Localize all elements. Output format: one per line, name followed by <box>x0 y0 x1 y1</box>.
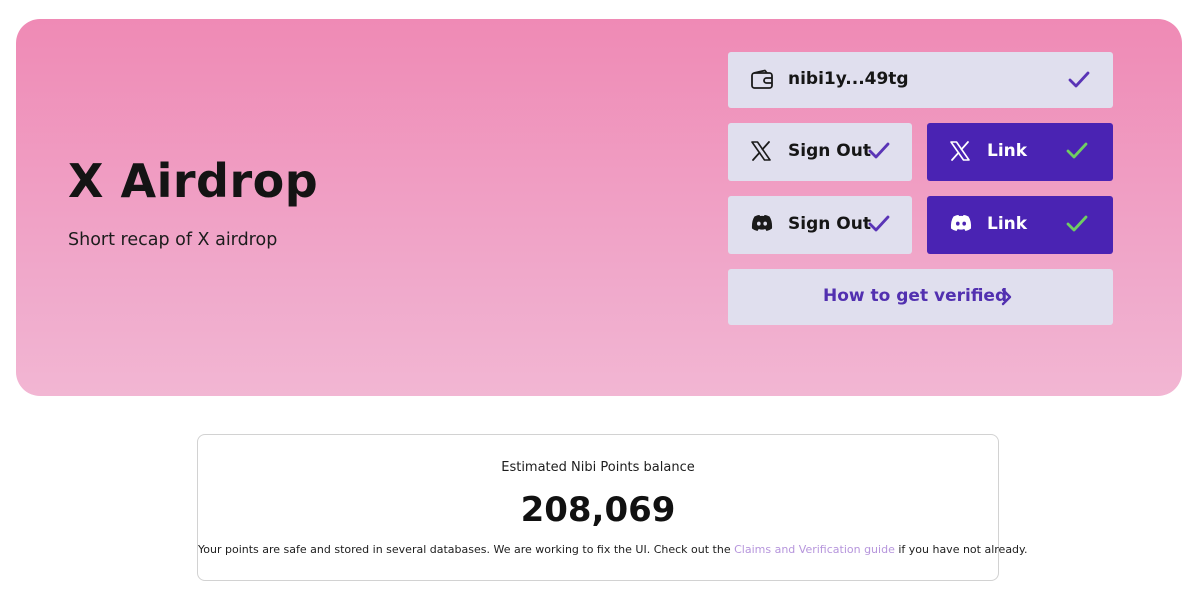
x-logo-icon <box>750 140 772 162</box>
check-icon <box>1067 69 1091 91</box>
wallet-address: nibi1y...49tg <box>788 69 909 89</box>
check-icon <box>1065 140 1089 162</box>
x-logo-icon <box>949 140 971 162</box>
balance-label: Estimated Nibi Points balance <box>501 460 695 475</box>
balance-note: Your points are safe and stored in sever… <box>198 543 1027 556</box>
page-title: X Airdrop <box>68 154 319 208</box>
claims-verification-guide-link[interactable]: Claims and Verification guide <box>734 543 895 556</box>
wallet-icon <box>750 69 774 91</box>
x-sign-out-label: Sign Out <box>788 141 871 161</box>
check-icon <box>1065 213 1089 235</box>
balance-value: 208,069 <box>520 490 676 530</box>
how-to-get-verified-button[interactable]: How to get verified <box>728 269 1113 325</box>
discord-link-label: Link <box>987 214 1028 234</box>
discord-link-button[interactable]: Link <box>927 196 1113 254</box>
discord-logo-icon <box>949 213 973 233</box>
chevron-right-icon <box>996 286 1016 308</box>
check-icon <box>867 140 891 162</box>
page-subtitle: Short recap of X airdrop <box>68 230 278 250</box>
x-link-label: Link <box>987 141 1028 161</box>
points-balance-card: Estimated Nibi Points balance 208,069 Yo… <box>197 434 1027 581</box>
x-link-button[interactable]: Link <box>927 123 1113 181</box>
balance-note-text: Your points are safe and stored in sever… <box>198 543 735 556</box>
check-icon <box>867 213 891 235</box>
x-sign-out-button[interactable]: Sign Out <box>728 123 912 181</box>
balance-note-text-end: if you have not already. <box>894 543 1028 556</box>
wallet-address-button[interactable]: nibi1y...49tg <box>728 52 1113 108</box>
discord-sign-out-button[interactable]: Sign Out <box>728 196 912 254</box>
how-to-get-verified-label: How to get verified <box>823 286 1008 306</box>
discord-sign-out-label: Sign Out <box>788 214 871 234</box>
discord-logo-icon <box>750 213 774 233</box>
